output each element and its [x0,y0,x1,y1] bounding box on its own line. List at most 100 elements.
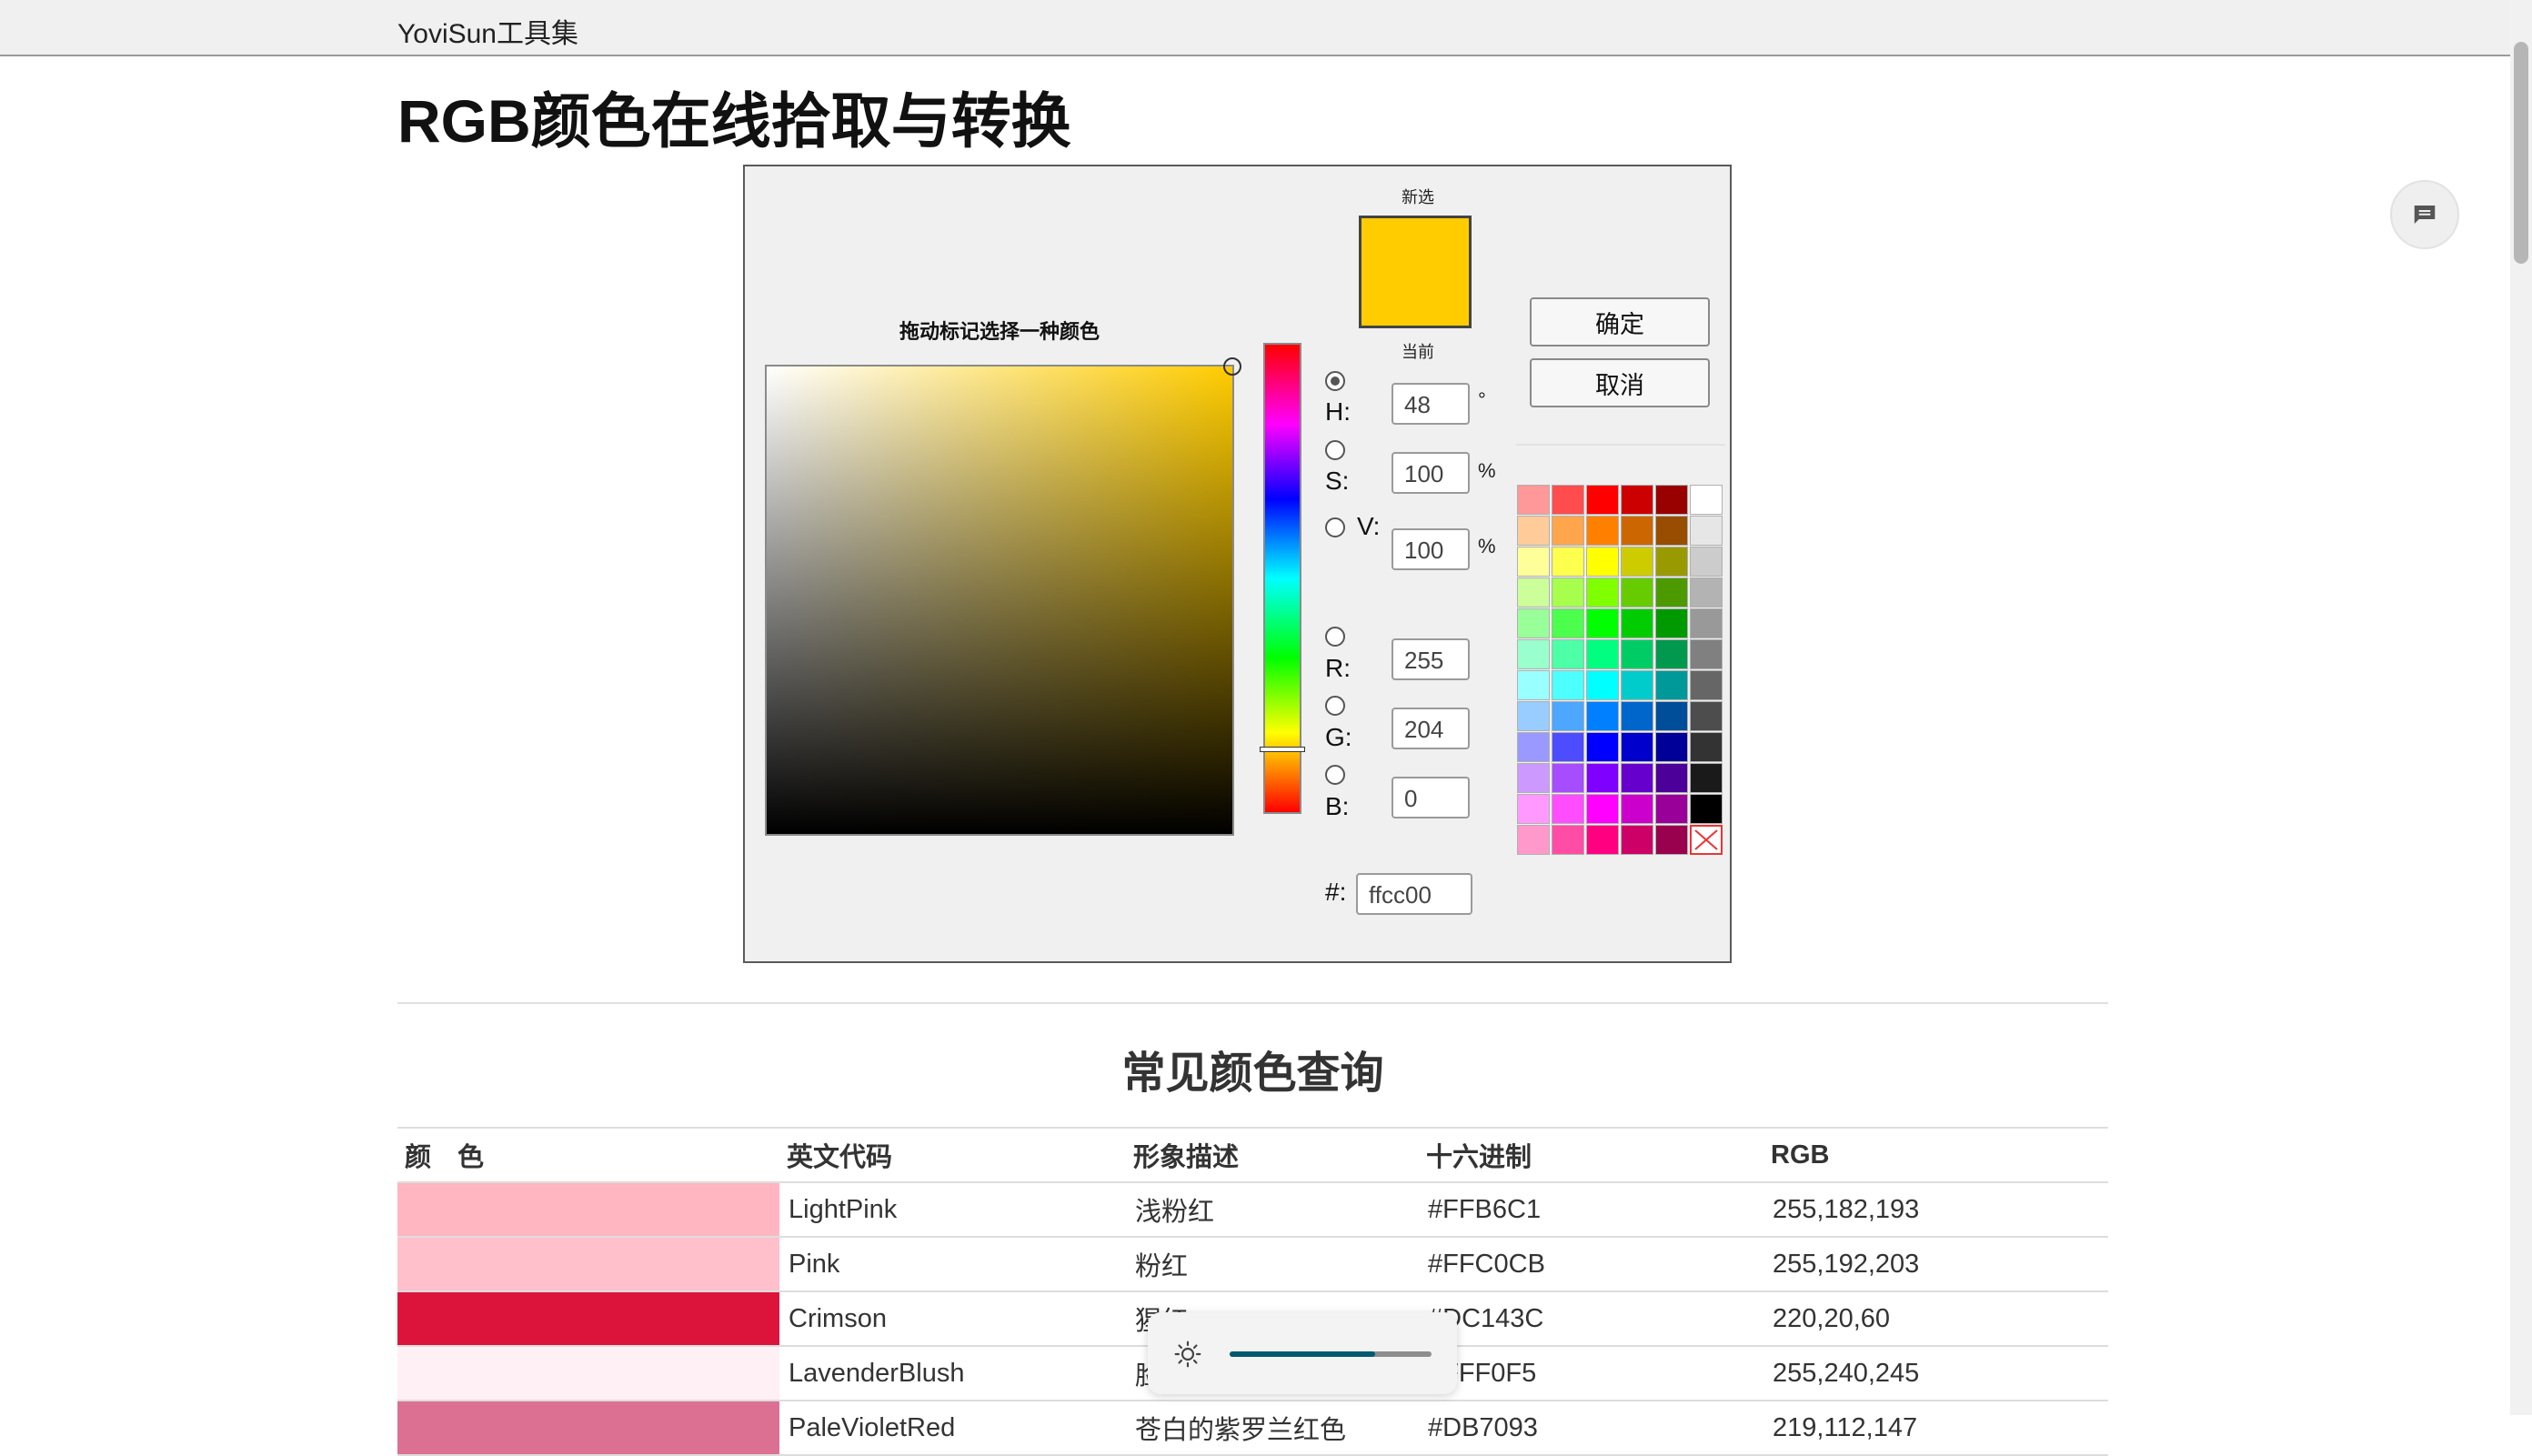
palette-swatch[interactable] [1690,732,1723,762]
palette-swatch[interactable] [1586,794,1619,824]
radio-v[interactable] [1325,517,1345,537]
radio-h[interactable] [1325,371,1345,391]
palette-swatch[interactable] [1690,516,1723,546]
palette-swatch[interactable] [1586,577,1619,608]
palette-swatch[interactable] [1655,701,1688,731]
palette-swatch[interactable] [1621,639,1653,669]
cancel-button[interactable]: 取消 [1530,358,1710,407]
palette-swatch[interactable] [1517,608,1550,638]
radio-g[interactable] [1325,696,1345,716]
palette-swatch[interactable] [1552,577,1584,608]
palette-swatch[interactable] [1517,794,1550,824]
palette-swatch[interactable] [1621,577,1653,608]
palette-swatch[interactable] [1586,639,1619,669]
radio-b[interactable] [1325,765,1345,785]
palette-swatch[interactable] [1621,547,1653,577]
g-input[interactable]: 204 [1392,708,1470,749]
palette-swatch[interactable] [1552,485,1584,515]
no-color-swatch[interactable] [1690,825,1723,855]
palette-swatch[interactable] [1621,732,1653,762]
hex-input[interactable]: ffcc00 [1356,873,1472,915]
color-table: 颜 色 英文代码 形象描述 十六进制 RGB LightPink 浅粉红 #FFB6… [397,1127,2108,1456]
palette-swatch[interactable] [1517,825,1550,855]
palette-swatch[interactable] [1517,670,1550,700]
palette-swatch[interactable] [1655,485,1688,515]
hue-marker[interactable] [1260,747,1305,752]
palette-swatch[interactable] [1655,608,1688,638]
palette-swatch[interactable] [1690,701,1723,731]
b-input[interactable]: 0 [1392,777,1470,818]
palette-swatch[interactable] [1655,794,1688,824]
palette-swatch[interactable] [1586,547,1619,577]
palette-swatch[interactable] [1655,732,1688,762]
palette-swatch[interactable] [1690,794,1723,824]
palette-swatch[interactable] [1655,577,1688,608]
saturation-value-area[interactable] [765,357,1241,836]
palette-swatch[interactable] [1586,701,1619,731]
ok-button[interactable]: 确定 [1530,297,1710,346]
palette-swatch[interactable] [1655,825,1688,855]
sv-marker[interactable] [1223,357,1241,376]
palette-swatch[interactable] [1621,763,1653,793]
radio-r[interactable] [1325,627,1345,647]
chat-button[interactable] [2390,180,2459,249]
palette-swatch[interactable] [1655,516,1688,546]
palette-swatch[interactable] [1552,547,1584,577]
palette-swatch[interactable] [1690,485,1723,515]
palette-swatch[interactable] [1621,485,1653,515]
palette-swatch[interactable] [1690,577,1723,608]
palette-swatch[interactable] [1621,794,1653,824]
palette-swatch[interactable] [1586,763,1619,793]
palette-swatch[interactable] [1517,485,1550,515]
palette-swatch[interactable] [1552,670,1584,700]
palette-swatch[interactable] [1517,701,1550,731]
palette-swatch[interactable] [1655,639,1688,669]
h-input[interactable]: 48 [1392,383,1470,425]
palette-swatch[interactable] [1655,763,1688,793]
palette-swatch[interactable] [1552,763,1584,793]
s-input[interactable]: 100 [1392,452,1470,494]
palette-swatch[interactable] [1621,608,1653,638]
scrollbar-thumb[interactable] [2514,42,2528,264]
palette-swatch[interactable] [1552,732,1584,762]
palette-swatch[interactable] [1586,825,1619,855]
radio-s[interactable] [1325,440,1345,460]
palette-swatch[interactable] [1586,485,1619,515]
palette-swatch[interactable] [1586,670,1619,700]
palette-swatch[interactable] [1517,732,1550,762]
palette-swatch[interactable] [1517,763,1550,793]
palette-swatch[interactable] [1655,670,1688,700]
page-scrollbar[interactable] [2510,0,2532,1415]
palette-swatch[interactable] [1517,639,1550,669]
r-label: R: [1325,654,1351,682]
palette-swatch[interactable] [1552,516,1584,546]
palette-swatch[interactable] [1552,701,1584,731]
palette-swatch[interactable] [1621,516,1653,546]
hue-slider[interactable] [1260,343,1305,814]
palette-swatch[interactable] [1552,608,1584,638]
palette-swatch[interactable] [1552,825,1584,855]
brightness-slider[interactable] [1230,1351,1432,1357]
palette-swatch[interactable] [1621,701,1653,731]
palette-swatch[interactable] [1690,763,1723,793]
palette-swatch[interactable] [1586,608,1619,638]
palette-swatch[interactable] [1552,794,1584,824]
v-input[interactable]: 100 [1392,528,1470,570]
palette-swatch[interactable] [1552,639,1584,669]
palette-swatch[interactable] [1517,577,1550,608]
r-input[interactable]: 255 [1392,638,1470,680]
palette-swatch[interactable] [1586,516,1619,546]
palette-swatch[interactable] [1690,608,1723,638]
palette-swatch[interactable] [1655,547,1688,577]
palette-swatch[interactable] [1690,670,1723,700]
site-brand[interactable]: YoviSun工具集 [397,11,578,51]
palette-swatch[interactable] [1690,639,1723,669]
palette-swatch[interactable] [1517,547,1550,577]
palette-swatch[interactable] [1517,516,1550,546]
palette-swatch[interactable] [1621,670,1653,700]
color-picker-panel: 拖动标记选择一种颜色 新选 当前 H: 48 ° S: 100 % V: 100… [743,165,1732,963]
sun-icon [1174,1341,1201,1368]
palette-swatch[interactable] [1621,825,1653,855]
palette-swatch[interactable] [1586,732,1619,762]
palette-swatch[interactable] [1690,547,1723,577]
